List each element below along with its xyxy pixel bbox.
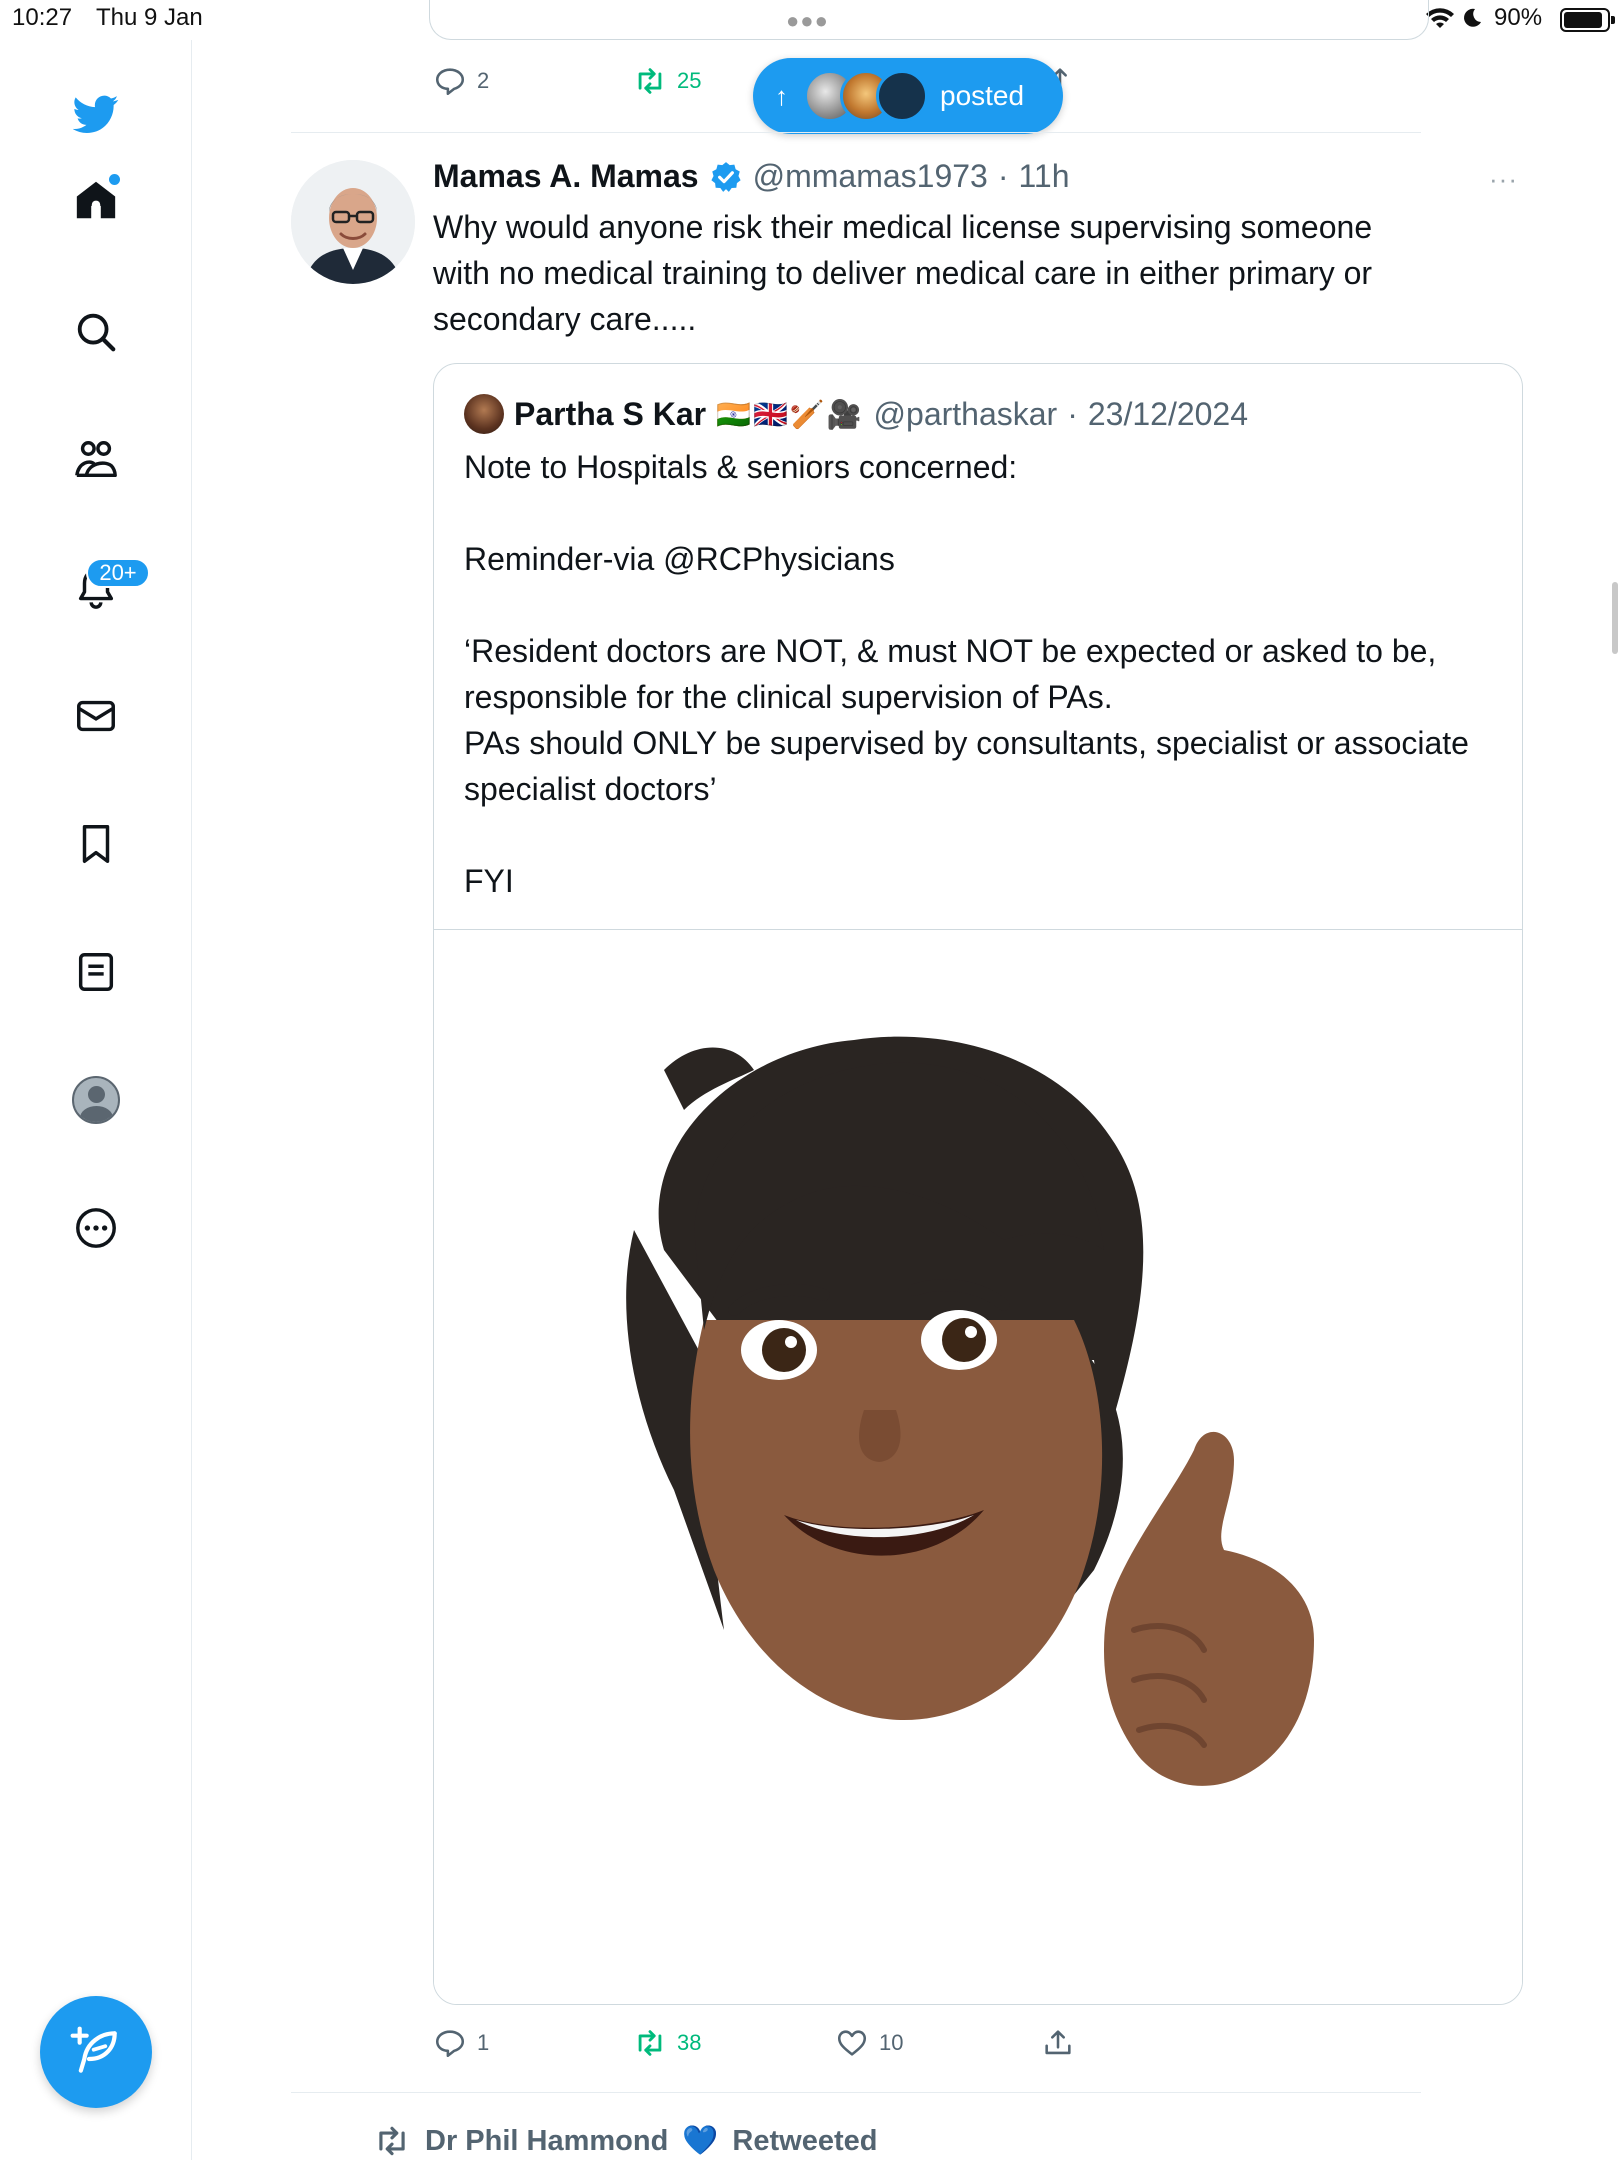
new-posts-pill[interactable]: ↑ posted xyxy=(753,58,1063,134)
quoted-author-name: Partha S Kar xyxy=(514,395,707,432)
author-handle[interactable]: @mmamas1973 xyxy=(753,158,988,195)
arrow-up-icon: ↑ xyxy=(775,80,788,111)
retweeter-name: Dr Phil Hammond xyxy=(425,2124,669,2157)
search-icon[interactable] xyxy=(68,304,124,360)
notification-badge: 20+ xyxy=(86,558,150,588)
pill-avatars xyxy=(804,70,928,122)
feather-plus-icon xyxy=(70,2026,117,2073)
reply-icon xyxy=(435,68,465,96)
reply-button[interactable]: 2 xyxy=(433,64,489,98)
more-options-icon[interactable]: ··· xyxy=(1489,164,1518,195)
posted-label: posted xyxy=(940,80,1025,111)
divider xyxy=(291,2092,1421,2093)
previous-tweet-card-edge xyxy=(429,0,1429,40)
tweet-time[interactable]: 11h xyxy=(1018,158,1069,195)
retweeted-label: Retweeted xyxy=(732,2124,878,2157)
home-icon[interactable] xyxy=(68,172,124,228)
bookmark-icon[interactable] xyxy=(68,816,124,872)
avatar xyxy=(464,394,504,434)
list-icon[interactable] xyxy=(68,944,124,1000)
status-time: 10:27 xyxy=(12,4,73,31)
retweet-button[interactable]: 38 xyxy=(633,2026,701,2060)
mail-icon[interactable] xyxy=(68,688,124,744)
quoted-tweet-header: Partha S Kar 🇮🇳🇬🇧🏏🎥 @parthaskar · 23/12/20… xyxy=(464,394,1248,434)
divider xyxy=(291,132,1421,133)
retweet-count: 25 xyxy=(677,68,702,93)
like-count: 10 xyxy=(879,2030,904,2055)
name-emojis: 🇮🇳🇬🇧🏏🎥 xyxy=(716,398,864,430)
reply-icon xyxy=(435,2030,465,2058)
communities-icon[interactable] xyxy=(68,432,124,488)
quoted-tweet-media[interactable] xyxy=(434,929,1522,2004)
blue-heart-emoji: 💙 xyxy=(682,2125,719,2157)
heart-icon xyxy=(837,2030,867,2056)
tweet-text: Why would anyone risk their medical lice… xyxy=(433,209,1373,337)
sidebar: 20+ xyxy=(0,40,192,2160)
separator-dot: · xyxy=(1067,395,1078,432)
quoted-tweet-card[interactable]: Partha S Kar 🇮🇳🇬🇧🏏🎥 @parthaskar · 23/12/20… xyxy=(433,363,1523,2005)
quoted-tweet-text: Note to Hospitals & seniors concerned: R… xyxy=(464,449,1469,899)
retweet-icon xyxy=(638,2030,662,2056)
bell-icon[interactable]: 20+ xyxy=(68,558,150,616)
retweet-icon xyxy=(379,2126,405,2156)
memoji-thumbs-up-image xyxy=(626,1036,1314,1786)
retweet-button[interactable]: 25 xyxy=(633,64,701,98)
avatar xyxy=(72,1076,120,1124)
quoted-author-handle: @parthaskar xyxy=(873,395,1058,432)
tweet-header: Mamas A. Mamas @mmamas1973 · 11h xyxy=(433,158,1070,195)
reply-button[interactable]: 1 xyxy=(433,2026,489,2060)
avatar xyxy=(876,70,928,122)
quoted-tweet-date: 23/12/2024 xyxy=(1087,395,1249,432)
compose-button[interactable] xyxy=(40,1996,152,2108)
retweet-count: 38 xyxy=(677,2030,702,2055)
reply-count: 2 xyxy=(477,68,490,93)
avatar[interactable] xyxy=(291,160,415,284)
profile-button[interactable] xyxy=(68,1072,124,1128)
reply-count: 1 xyxy=(477,2030,490,2055)
share-icon xyxy=(1045,2030,1071,2055)
more-circle-icon[interactable] xyxy=(68,1200,124,1256)
retweet-icon xyxy=(638,68,662,94)
share-button[interactable] xyxy=(1041,2026,1075,2060)
status-date: Thu 9 Jan xyxy=(96,4,203,31)
like-button[interactable]: 10 xyxy=(835,2026,903,2060)
twitter-logo-icon[interactable] xyxy=(68,86,124,142)
scrollbar[interactable] xyxy=(1612,582,1618,654)
author-name[interactable]: Mamas A. Mamas xyxy=(433,158,699,195)
separator-dot: · xyxy=(997,158,1009,194)
verified-badge-icon xyxy=(709,160,743,194)
retweeted-by-line[interactable]: Dr Phil Hammond 💙 Retweeted xyxy=(373,2122,877,2160)
author-photo xyxy=(291,160,415,284)
home-unread-dot xyxy=(109,174,120,185)
timeline: 2 25 ↑ posted Mamas A. Mamas @mmamas1973… xyxy=(193,0,1620,2160)
